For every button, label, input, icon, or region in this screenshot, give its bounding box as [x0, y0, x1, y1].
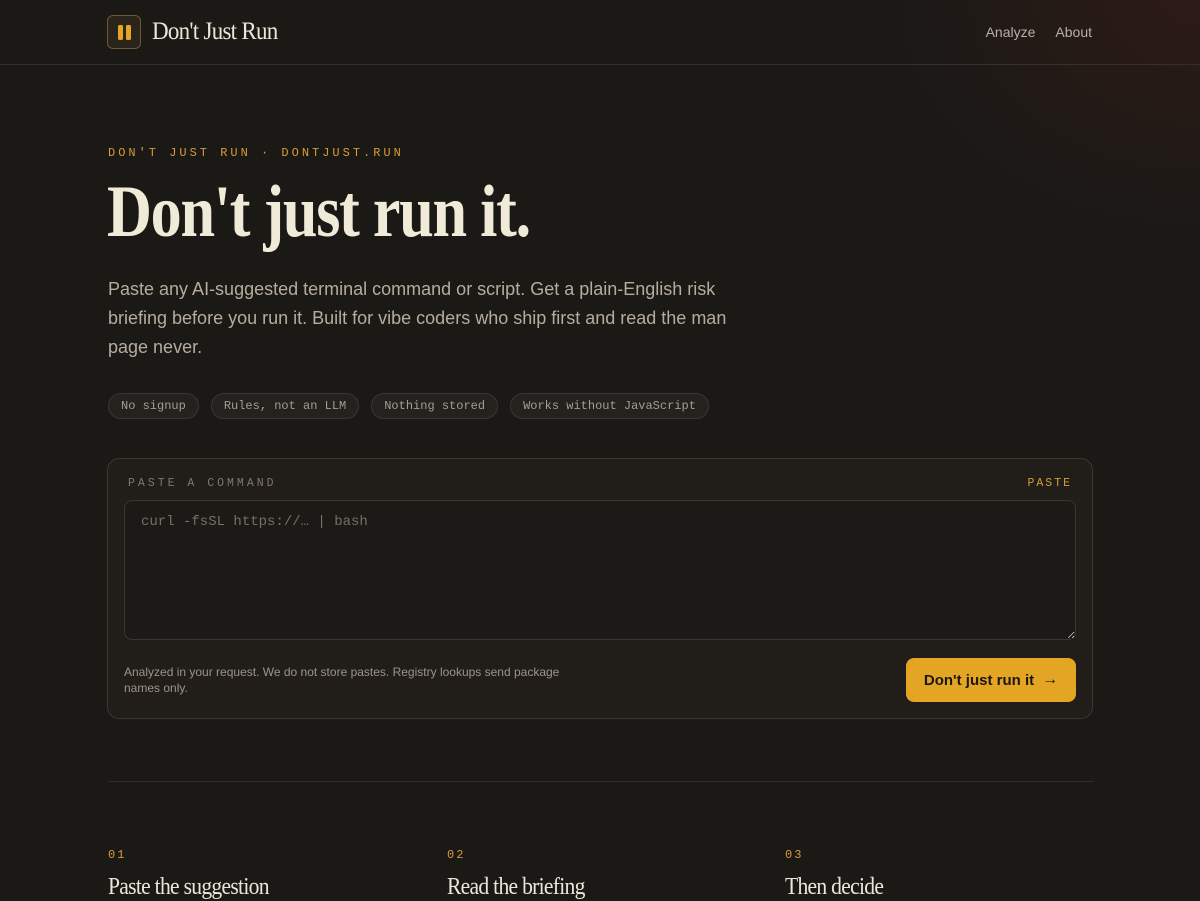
nav-analyze[interactable]: Analyze	[986, 24, 1036, 40]
step-number: 01	[108, 848, 127, 862]
hero-title: Don't just run it.	[107, 171, 531, 253]
tag-no-signup: No signup	[108, 393, 199, 419]
paste-button[interactable]: PASTE	[1027, 477, 1072, 490]
step-title: Read the briefing	[447, 874, 585, 900]
feature-tags: No signup Rules, not an LLM Nothing stor…	[108, 393, 709, 419]
pause-icon	[107, 15, 141, 49]
step-number: 03	[785, 848, 804, 862]
step-1: 01 Paste the suggestion	[108, 848, 287, 901]
section-divider	[108, 781, 1094, 782]
command-form: PASTE A COMMAND PASTE Analyzed in your r…	[107, 458, 1093, 719]
step-title: Then decide	[785, 874, 884, 900]
brand-name: Don't Just Run	[152, 18, 278, 45]
step-number: 02	[447, 848, 466, 862]
step-title: Paste the suggestion	[108, 874, 270, 900]
hero-lead: Paste any AI-suggested terminal command …	[108, 279, 727, 357]
arrow-right-icon: →	[1042, 671, 1059, 688]
tag-nothing-stored: Nothing stored	[371, 393, 499, 419]
step-3: 03 Then decide	[785, 848, 894, 901]
step-2: 02 Read the briefing	[447, 848, 600, 901]
privacy-note: Analyzed in your request. We do not stor…	[124, 665, 560, 695]
hero-eyebrow: DON'T JUST RUN · DONTJUST.RUN	[108, 146, 404, 160]
site-header: Don't Just Run Analyze About	[0, 0, 1200, 65]
analyze-button-label: Don't just run it	[923, 671, 1035, 689]
analyze-button[interactable]: Don't just run it →	[906, 658, 1076, 702]
tag-rules-not-llm: Rules, not an LLM	[210, 393, 360, 419]
command-input[interactable]	[124, 500, 1076, 640]
brand-link[interactable]: Don't Just Run	[107, 15, 288, 49]
nav-about[interactable]: About	[1055, 24, 1092, 40]
main-nav: Analyze About	[986, 24, 1092, 40]
tag-no-javascript: Works without JavaScript	[510, 393, 709, 419]
command-label: PASTE A COMMAND	[128, 477, 277, 490]
